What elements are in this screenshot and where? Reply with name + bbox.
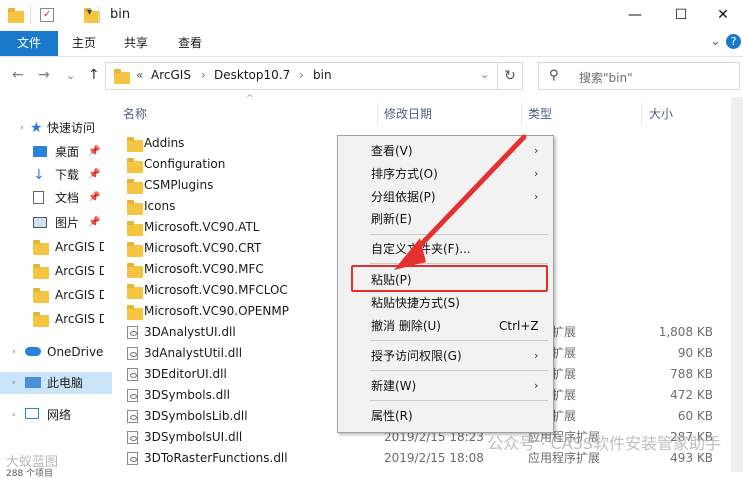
arrow-shaft [409,134,527,257]
watermark: 公众号 · CASS软件安装管家助手 [487,434,721,453]
status-item-count: 288 个项目 [6,469,54,479]
annotation-arrow [394,134,527,270]
